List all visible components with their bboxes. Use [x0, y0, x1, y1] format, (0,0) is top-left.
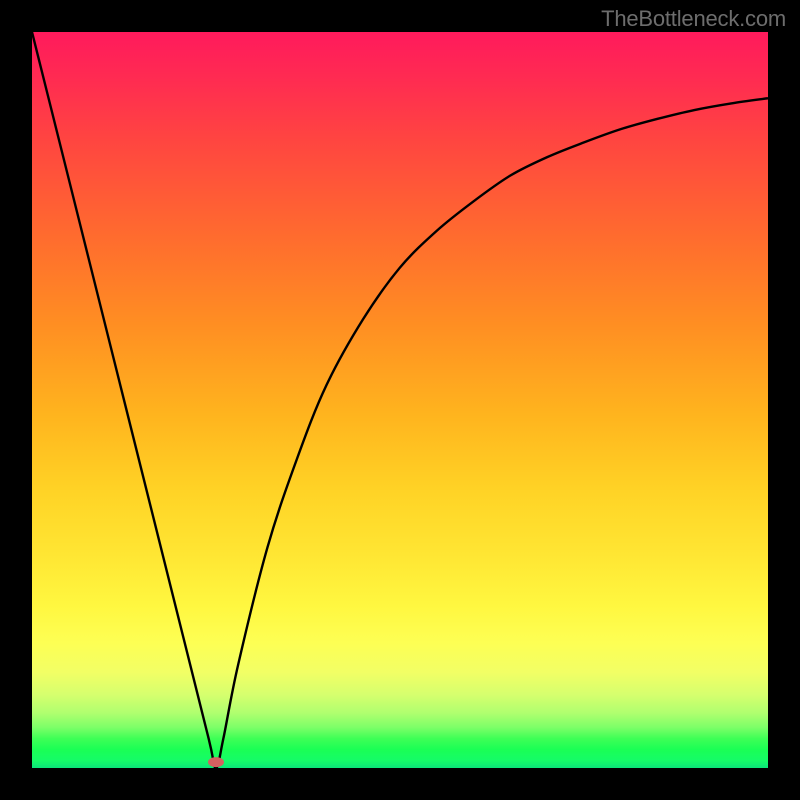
watermark-text: TheBottleneck.com — [601, 6, 786, 32]
curve-layer — [32, 32, 768, 768]
plot-area — [32, 32, 768, 768]
bottleneck-curve — [32, 32, 768, 768]
chart-frame: TheBottleneck.com — [0, 0, 800, 800]
minimum-marker — [208, 757, 224, 767]
